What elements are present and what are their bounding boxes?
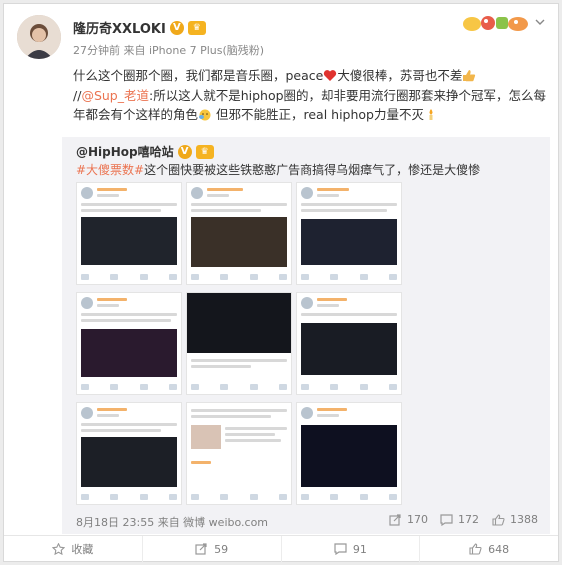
image-thumbnail[interactable] [76,292,182,395]
candle-emoji-icon [429,109,433,120]
repost-like-count[interactable]: 1388 [492,513,538,526]
favorite-button[interactable]: 收藏 [4,536,143,562]
post-text-part: 大傻很棒，苏哥也不差 [337,68,463,83]
comment-button[interactable]: 91 [282,536,421,562]
image-thumbnail[interactable] [186,182,292,285]
verified-icon: V [169,20,184,35]
image-thumbnail[interactable] [186,402,292,505]
star-icon [52,543,66,555]
hashtag-link[interactable]: #大傻票数# [76,163,144,177]
heart-icon [324,70,337,81]
image-thumbnail[interactable] [296,402,402,505]
image-thumbnail[interactable] [186,292,292,395]
thumbs-up-icon [469,543,482,555]
post-text: 什么这个圈那个圈，我们都是音乐圈，peace 大傻很棒，苏哥也不差 //@Sup_… [73,66,551,125]
author-avatar[interactable] [17,15,61,59]
mention-link[interactable]: @Sup_老道 [81,88,149,103]
like-count: 648 [488,542,510,556]
repost-date: 8月18日 23:55 来自 微博 weibo.com [76,516,269,529]
like-button[interactable]: 648 [420,536,558,562]
post-text-part: 但邪不能胜正，real hiphop力量不灭 [212,107,424,122]
image-thumbnail[interactable] [296,292,402,395]
vip-badge-icon: ♛ [187,20,206,35]
repost-author-row: @HipHop嘻哈站 V ♛ [76,143,214,160]
repost-icon [389,513,401,526]
post-text-part: 什么这个圈那个圈，我们都是音乐圈，peace [73,68,324,83]
comment-icon [440,513,453,526]
author-name-row: 隆历奇XXLOKI V ♛ [73,18,206,37]
favorite-label: 收藏 [71,543,94,556]
repost-text: #大傻票数#这个圈快要被这些铁憨憨广告商搞得乌烟瘴气了，惨还是大傻惨 [76,161,480,178]
card-decoration-icon [462,12,530,34]
thumbs-up-icon [492,513,505,526]
verified-icon: V [177,144,192,159]
comment-count: 91 [352,542,367,556]
image-thumbnail[interactable] [296,182,402,285]
image-grid [76,182,424,507]
thumbs-up-emoji-icon [463,70,476,82]
reposted-content[interactable]: @HipHop嘻哈站 V ♛ #大傻票数#这个圈快要被这些铁憨憨广告商搞得乌烟瘴… [62,137,550,534]
repost-forward-count[interactable]: 170 [389,513,428,526]
repost-count: 59 [214,542,229,556]
repost-comment-count-value: 172 [458,513,479,526]
image-thumbnail[interactable] [76,402,182,505]
repost-author-name[interactable]: @HipHop嘻哈站 [76,143,174,160]
repost-forward-count-value: 170 [407,513,428,526]
chevron-down-icon[interactable] [534,16,546,28]
post-action-bar: 收藏 59 91 648 [4,535,558,562]
image-thumbnail[interactable] [76,182,182,285]
repost-comment-count[interactable]: 172 [440,513,479,526]
repost-icon [195,543,207,555]
repost-text-body: 这个圈快要被这些铁憨憨广告商搞得乌烟瘴气了，惨还是大傻惨 [144,163,481,177]
sweat-emoji-icon [199,109,211,121]
weibo-post-card: 隆历奇XXLOKI V ♛ 27分钟前 来自 iPhone 7 Plus(脑残粉… [3,3,559,562]
repost-button[interactable]: 59 [143,536,282,562]
repost-like-count-value: 1388 [510,513,538,526]
post-meta: 27分钟前 来自 iPhone 7 Plus(脑残粉) [73,44,265,57]
vip-badge-icon: ♛ [195,144,214,159]
comment-icon [334,543,347,555]
author-name[interactable]: 隆历奇XXLOKI [73,18,166,37]
